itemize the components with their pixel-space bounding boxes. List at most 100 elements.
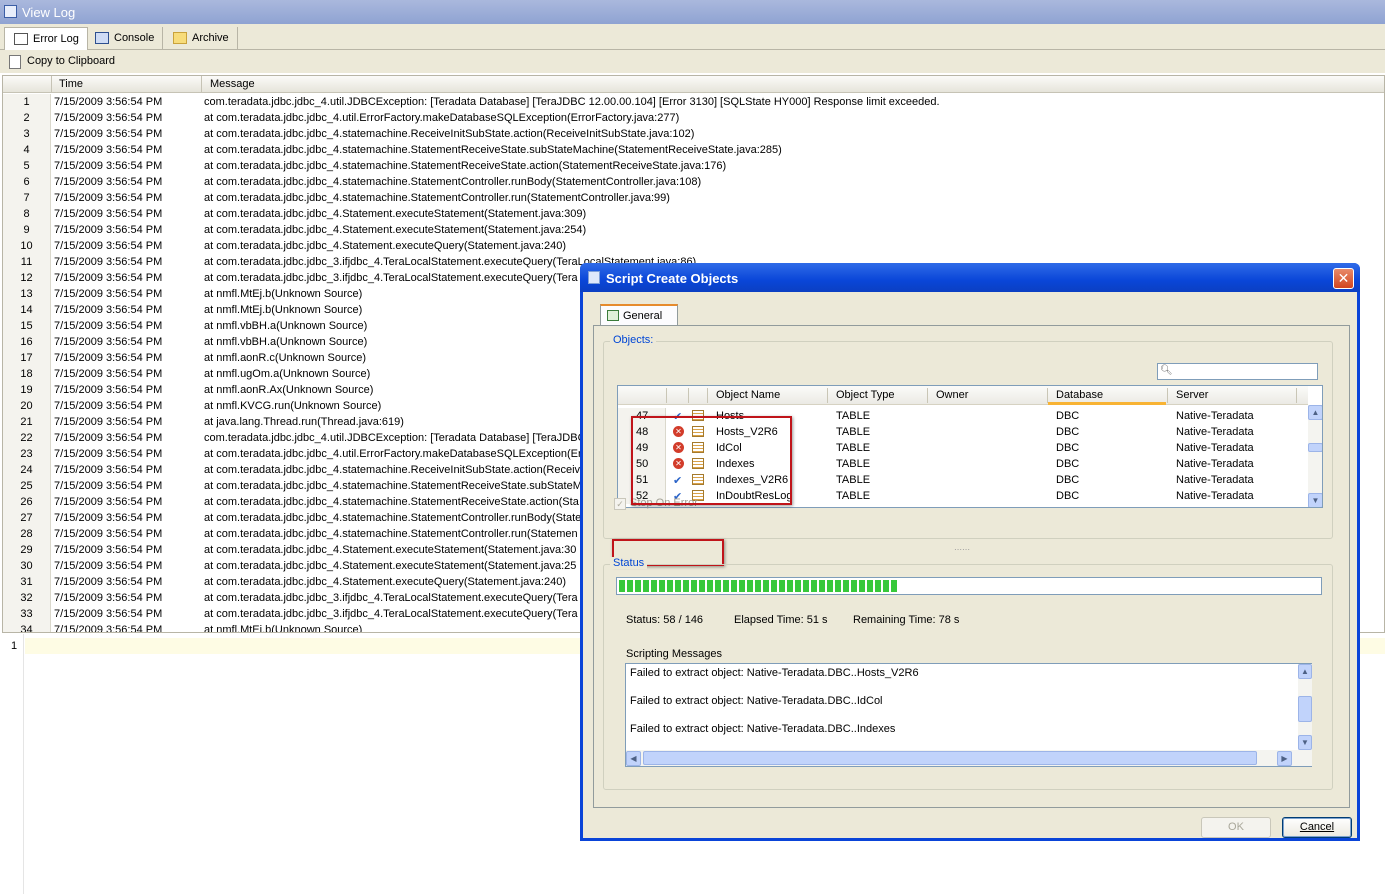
row-time: 7/15/2009 3:56:54 PM bbox=[54, 624, 163, 633]
row-number: 30 bbox=[3, 558, 51, 574]
objects-label: Objects: bbox=[610, 334, 657, 346]
scroll-down-icon[interactable]: ▼ bbox=[1308, 493, 1322, 507]
row-message: at java.lang.Thread.run(Thread.java:619) bbox=[204, 416, 404, 428]
row-message: at nmfl.vbBH.a(Unknown Source) bbox=[204, 320, 368, 332]
close-icon[interactable]: ✕ bbox=[1333, 268, 1354, 289]
window-title: View Log bbox=[22, 5, 76, 20]
table-row[interactable]: 8 7/15/2009 3:56:54 PM at com.teradata.jdb… bbox=[3, 206, 1384, 222]
table-row[interactable]: 9 7/15/2009 3:56:54 PM at com.teradata.jdb… bbox=[3, 222, 1384, 238]
row-message: at com.teradata.jdbc.jdbc_3.ifjdbc_4.Ter… bbox=[204, 608, 578, 620]
object-database: DBC bbox=[1056, 410, 1080, 422]
row-number: 10 bbox=[3, 238, 51, 254]
object-type: TABLE bbox=[836, 410, 871, 422]
table-row[interactable]: 4 7/15/2009 3:56:54 PM at com.teradata.jdb… bbox=[3, 142, 1384, 158]
table-row[interactable]: 6 7/15/2009 3:56:54 PM at com.teradata.jdb… bbox=[3, 174, 1384, 190]
scroll-right-icon[interactable]: ▶ bbox=[1277, 751, 1292, 766]
row-time: 7/15/2009 3:56:54 PM bbox=[54, 112, 163, 124]
messages-hscrollbar[interactable]: ◀ ▶ bbox=[626, 750, 1312, 766]
row-number: 34 bbox=[3, 622, 51, 632]
tab-error-log[interactable]: Error Log bbox=[4, 27, 88, 51]
scripting-messages-box[interactable]: Failed to extract object: Native-Teradat… bbox=[625, 663, 1312, 767]
tab-general[interactable]: General bbox=[600, 304, 678, 326]
object-database: DBC bbox=[1056, 490, 1080, 502]
table-row[interactable]: 5 7/15/2009 3:56:54 PM at com.teradata.jdb… bbox=[3, 158, 1384, 174]
object-type: TABLE bbox=[836, 490, 871, 502]
scroll-thumb[interactable] bbox=[643, 751, 1257, 765]
cancel-button[interactable]: Cancel bbox=[1282, 817, 1352, 838]
column-header-owner[interactable]: Owner bbox=[936, 389, 968, 401]
object-server: Native-Teradata bbox=[1176, 410, 1254, 422]
row-time: 7/15/2009 3:56:54 PM bbox=[54, 432, 163, 444]
scroll-up-icon[interactable]: ▲ bbox=[1308, 405, 1322, 420]
tab-label: Error Log bbox=[33, 33, 79, 45]
scroll-up-icon[interactable]: ▲ bbox=[1298, 664, 1312, 679]
table-row[interactable]: 3 7/15/2009 3:56:54 PM at com.teradata.jdb… bbox=[3, 126, 1384, 142]
dialog-body: General Objects: 🔍︎ Object Name Object T bbox=[583, 292, 1357, 838]
window-title-bar: View Log bbox=[0, 0, 1385, 24]
row-message: at com.teradata.jdbc.jdbc_4.Statement.ex… bbox=[204, 224, 587, 236]
clipboard-icon bbox=[9, 55, 21, 69]
tab-bar: Error Log Console Archive bbox=[0, 24, 1385, 51]
column-header-object-name[interactable]: Object Name bbox=[716, 389, 780, 401]
table-row[interactable]: 1 7/15/2009 3:56:54 PM com.teradata.jdbc.j… bbox=[3, 94, 1384, 110]
row-message: at com.teradata.jdbc.jdbc_4.statemachine… bbox=[204, 176, 702, 188]
row-number: 12 bbox=[3, 270, 51, 286]
column-header-database[interactable]: Database bbox=[1056, 389, 1103, 401]
row-number: 26 bbox=[3, 494, 51, 510]
row-message: at com.teradata.jdbc.jdbc_3.ifjdbc_4.Ter… bbox=[204, 272, 578, 284]
row-number: 9 bbox=[3, 222, 51, 238]
column-header-time[interactable]: Time bbox=[59, 78, 83, 90]
ok-button[interactable]: OK bbox=[1201, 817, 1271, 838]
row-message: at com.teradata.jdbc.jdbc_4.statemachine… bbox=[204, 144, 782, 156]
toolbar: Copy to Clipboard bbox=[0, 50, 1385, 73]
row-message: at com.teradata.jdbc.jdbc_3.ifjdbc_4.Ter… bbox=[204, 592, 578, 604]
row-message: at com.teradata.jdbc.jdbc_4.statemachine… bbox=[204, 496, 579, 508]
annotation-highlight-box bbox=[631, 416, 792, 505]
row-number: 23 bbox=[3, 446, 51, 462]
tab-console[interactable]: Console bbox=[86, 27, 164, 50]
row-time: 7/15/2009 3:56:54 PM bbox=[54, 400, 163, 412]
copy-to-clipboard-button[interactable]: Copy to Clipboard bbox=[6, 53, 115, 71]
grid-header: Time Message bbox=[3, 76, 1384, 93]
table-row[interactable]: 10 7/15/2009 3:56:54 PM at com.teradata.jd… bbox=[3, 238, 1384, 254]
tab-label: Archive bbox=[192, 32, 229, 44]
row-number: 3 bbox=[3, 126, 51, 142]
scroll-thumb[interactable] bbox=[1298, 696, 1312, 722]
row-number: 31 bbox=[3, 574, 51, 590]
row-number: 2 bbox=[3, 110, 51, 126]
tab-archive[interactable]: Archive bbox=[164, 27, 238, 50]
row-time: 7/15/2009 3:56:54 PM bbox=[54, 464, 163, 476]
row-number: 1 bbox=[3, 94, 51, 110]
table-row[interactable]: 7 7/15/2009 3:56:54 PM at com.teradata.jdb… bbox=[3, 190, 1384, 206]
filter-input[interactable]: 🔍︎ bbox=[1157, 363, 1318, 380]
objects-scrollbar[interactable]: ▲ ▼ bbox=[1308, 405, 1322, 507]
line-number: 1 bbox=[11, 640, 18, 652]
line-gutter: 1 bbox=[2, 634, 24, 894]
row-time: 7/15/2009 3:56:54 PM bbox=[54, 160, 163, 172]
row-number: 21 bbox=[3, 414, 51, 430]
elapsed-time: Elapsed Time: 51 s bbox=[734, 614, 828, 626]
object-type: TABLE bbox=[836, 474, 871, 486]
row-time: 7/15/2009 3:56:54 PM bbox=[54, 320, 163, 332]
row-time: 7/15/2009 3:56:54 PM bbox=[54, 352, 163, 364]
row-time: 7/15/2009 3:56:54 PM bbox=[54, 208, 163, 220]
row-time: 7/15/2009 3:56:54 PM bbox=[54, 416, 163, 428]
column-header-message[interactable]: Message bbox=[210, 78, 255, 90]
row-time: 7/15/2009 3:56:54 PM bbox=[54, 448, 163, 460]
row-time: 7/15/2009 3:56:54 PM bbox=[54, 192, 163, 204]
row-time: 7/15/2009 3:56:54 PM bbox=[54, 368, 163, 380]
object-server: Native-Teradata bbox=[1176, 442, 1254, 454]
object-server: Native-Teradata bbox=[1176, 458, 1254, 470]
table-row[interactable]: 2 7/15/2009 3:56:54 PM at com.teradata.jdb… bbox=[3, 110, 1384, 126]
scroll-thumb[interactable] bbox=[1308, 443, 1322, 452]
scroll-left-icon[interactable]: ◀ bbox=[626, 751, 641, 766]
column-header-server[interactable]: Server bbox=[1176, 389, 1208, 401]
splitter-handle[interactable]: ⋯⋯ bbox=[954, 546, 970, 554]
messages-vscrollbar[interactable]: ▲ ▼ bbox=[1298, 664, 1312, 750]
column-header-object-type[interactable]: Object Type bbox=[836, 389, 895, 401]
row-number: 25 bbox=[3, 478, 51, 494]
row-time: 7/15/2009 3:56:54 PM bbox=[54, 528, 163, 540]
scroll-down-icon[interactable]: ▼ bbox=[1298, 735, 1312, 750]
row-time: 7/15/2009 3:56:54 PM bbox=[54, 144, 163, 156]
row-message: at nmfl.MtEj.b(Unknown Source) bbox=[204, 288, 363, 300]
